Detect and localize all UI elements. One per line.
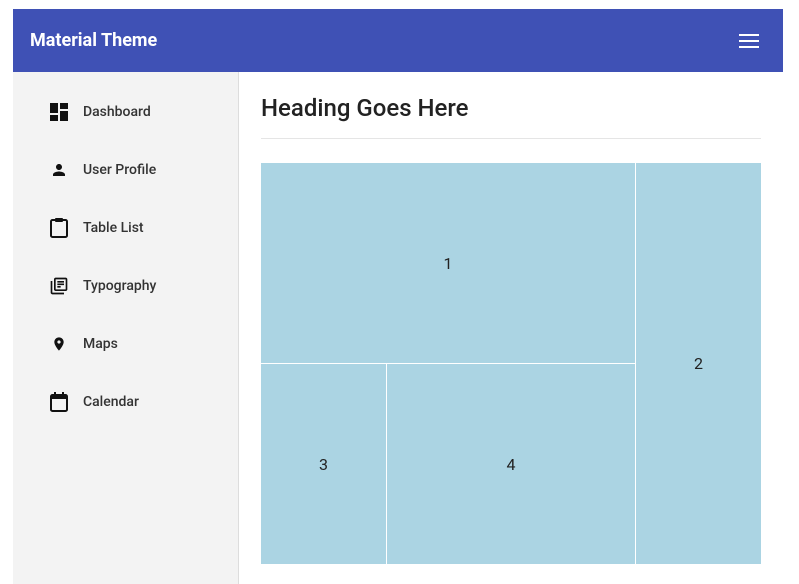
sidebar-item-user-profile[interactable]: User Profile — [13, 141, 238, 199]
clipboard-icon — [48, 217, 70, 239]
location-icon — [48, 333, 70, 355]
grid-cell-4: 4 — [387, 364, 635, 564]
page-heading: Heading Goes Here — [261, 94, 761, 139]
grid-cell-2: 2 — [636, 163, 761, 564]
grid-cell-1: 1 — [261, 163, 635, 363]
calendar-icon — [48, 391, 70, 413]
sidebar-item-label: Typography — [83, 278, 156, 294]
sidebar-item-label: Table List — [83, 220, 144, 236]
main-content: Heading Goes Here 1 2 3 4 — [239, 72, 783, 584]
content-grid: 1 2 3 4 — [261, 163, 761, 564]
sidebar-item-label: Maps — [83, 336, 118, 352]
dashboard-icon — [48, 101, 70, 123]
sidebar: Dashboard User Profile — [13, 72, 239, 584]
sidebar-item-maps[interactable]: Maps — [13, 315, 238, 373]
app-title: Material Theme — [30, 30, 157, 51]
hamburger-menu-icon[interactable] — [739, 34, 759, 48]
sidebar-item-table-list[interactable]: Table List — [13, 199, 238, 257]
header-bar: Material Theme — [13, 9, 783, 72]
sidebar-item-typography[interactable]: Typography — [13, 257, 238, 315]
sidebar-item-label: User Profile — [83, 162, 156, 178]
library-icon — [48, 275, 70, 297]
sidebar-item-label: Calendar — [83, 394, 139, 410]
grid-cell-3: 3 — [261, 364, 386, 564]
person-icon — [48, 159, 70, 181]
sidebar-item-label: Dashboard — [83, 104, 151, 120]
sidebar-item-dashboard[interactable]: Dashboard — [13, 83, 238, 141]
sidebar-item-calendar[interactable]: Calendar — [13, 373, 238, 431]
